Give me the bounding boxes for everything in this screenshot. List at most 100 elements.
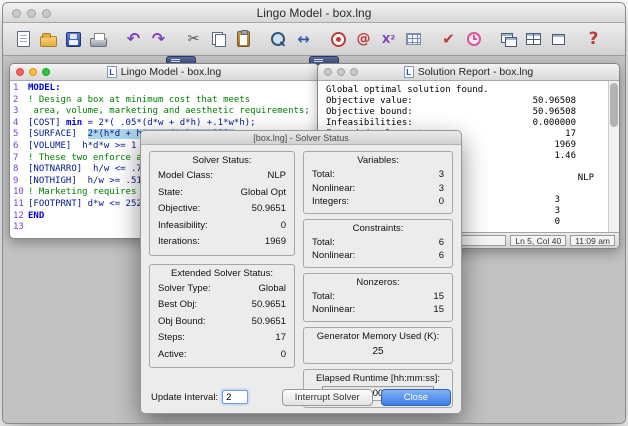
- cascade-windows-icon[interactable]: [496, 26, 521, 53]
- status-field: Integers:0: [310, 195, 446, 209]
- line-number: 5: [10, 129, 28, 141]
- screen: Lingo Model - box.lng ↶↷ ✂ ↔ @X² ✔? L Lingo …: [0, 0, 628, 426]
- check-syntax-icon[interactable]: ✔: [436, 26, 461, 53]
- zoom-button[interactable]: [42, 68, 50, 76]
- find-icon[interactable]: [266, 26, 291, 53]
- line-number: 9: [10, 176, 28, 188]
- close-windows-icon[interactable]: [546, 26, 571, 53]
- status-field: Obj Bound:50.9651: [156, 314, 288, 331]
- group-title: Constraints:: [310, 223, 446, 234]
- cut-icon[interactable]: ✂: [181, 26, 206, 53]
- app-window: Lingo Model - box.lng ↶↷ ✂ ↔ @X² ✔? L Lingo …: [2, 2, 626, 424]
- report-line: Infeasibilities:0.000000: [318, 118, 608, 129]
- model-window-titlebar[interactable]: L Lingo Model - box.lng: [10, 64, 318, 81]
- line-number: 2: [10, 95, 28, 107]
- zoom-button[interactable]: [350, 68, 358, 76]
- report-window-controls: [324, 68, 358, 76]
- paste-icon[interactable]: [231, 26, 256, 53]
- vertical-scrollbar[interactable]: [608, 81, 619, 232]
- status-field: Nonlinear:3: [310, 182, 446, 196]
- line-number: 11: [10, 199, 28, 211]
- undo-icon[interactable]: ↶: [121, 26, 146, 53]
- scrollbar-thumb[interactable]: [610, 83, 618, 127]
- close-button[interactable]: [12, 9, 21, 18]
- solution-icon[interactable]: @: [351, 26, 376, 53]
- redo-icon[interactable]: ↷: [146, 26, 171, 53]
- code-line: 2! Design a box at minimum cost that mee…: [10, 95, 318, 107]
- report-line: Global optimal solution found.: [318, 85, 608, 96]
- group-title: Nonzeros:: [310, 277, 446, 288]
- minimize-button[interactable]: [29, 68, 37, 76]
- cursor-position: Ln 5, Col 40: [510, 235, 566, 246]
- main-titlebar[interactable]: Lingo Model - box.lng: [3, 3, 625, 23]
- open-icon[interactable]: [36, 26, 61, 53]
- line-number: 10: [10, 187, 28, 199]
- code-line: 4[COST] min = 2*( .05*(d*w + d*h) +.1*w*…: [10, 118, 318, 130]
- status-field: Infeasibility:0: [156, 218, 288, 235]
- close-button[interactable]: [324, 68, 332, 76]
- update-interval-label: Update Interval:: [151, 392, 218, 403]
- status-field: Solver Type:Global: [156, 281, 288, 298]
- line-number: 12: [10, 211, 28, 223]
- close-button[interactable]: Close: [381, 389, 451, 406]
- line-number: 1: [10, 83, 28, 95]
- line-number: 8: [10, 164, 28, 176]
- interrupt-solver-button[interactable]: Interrupt Solver: [282, 389, 373, 406]
- status-field: Model Class:NLP: [156, 168, 288, 185]
- copy-icon[interactable]: [206, 26, 231, 53]
- group-title: Generator Memory Used (K):: [310, 331, 446, 342]
- dialog-footer: Update Interval: Interrupt Solver Close: [151, 388, 451, 406]
- report-line: Objective value:50.96508: [318, 96, 608, 107]
- status-field: Total:3: [310, 168, 446, 182]
- minimize-button[interactable]: [27, 9, 36, 18]
- main-toolbar: ↶↷ ✂ ↔ @X² ✔?: [3, 23, 625, 56]
- solver-status-dialog: [box.lng] - Solver Status Solver Status:…: [140, 130, 462, 414]
- solver-status-group: Solver Status: Model Class:NLPState:Glob…: [149, 151, 295, 256]
- print-icon[interactable]: [86, 26, 111, 53]
- line-number: 3: [10, 106, 28, 118]
- generator-memory-group: Generator Memory Used (K): 25: [303, 327, 453, 364]
- line-number: 7: [10, 153, 28, 165]
- model-window-title: Lingo Model - box.lng: [121, 66, 221, 78]
- status-field: Iterations:1969: [156, 234, 288, 251]
- lingo-document-icon: L: [107, 66, 117, 78]
- group-title: Solver Status:: [156, 155, 288, 166]
- solve-icon[interactable]: [326, 26, 351, 53]
- pause-clock-icon[interactable]: [461, 26, 486, 53]
- status-field: Active:0: [156, 347, 288, 364]
- dialog-titlebar[interactable]: [box.lng] - Solver Status: [141, 131, 461, 145]
- variables-group: Variables: Total:3Nonlinear:3Integers:0: [303, 151, 453, 214]
- line-number: 4: [10, 118, 28, 130]
- line-number: 13: [10, 222, 28, 234]
- report-window-titlebar[interactable]: L Solution Report - box.lng: [318, 64, 619, 81]
- matrix-picture-icon[interactable]: [401, 26, 426, 53]
- clock-display: 11:09 am: [570, 235, 615, 246]
- report-line: Objective bound:50.96508: [318, 107, 608, 118]
- status-field: Total:6: [310, 236, 446, 250]
- minimize-button[interactable]: [337, 68, 345, 76]
- status-field: Objective:50.9651: [156, 201, 288, 218]
- status-field: State:Global Opt: [156, 185, 288, 202]
- formula-icon[interactable]: X²: [376, 26, 401, 53]
- tile-windows-icon[interactable]: [521, 26, 546, 53]
- status-field: Nonlinear:6: [310, 249, 446, 263]
- goto-line-icon[interactable]: ↔: [291, 26, 316, 53]
- group-title: Elapsed Runtime [hh:mm:ss]:: [310, 373, 446, 384]
- code-line: 3 area, volume, marketing and aesthetic …: [10, 106, 318, 118]
- new-icon[interactable]: [11, 26, 36, 53]
- code-line: 1MODEL:: [10, 83, 318, 95]
- constraints-group: Constraints: Total:6Nonlinear:6: [303, 219, 453, 268]
- zoom-button[interactable]: [42, 9, 51, 18]
- report-window-title: Solution Report - box.lng: [418, 66, 534, 78]
- save-icon[interactable]: [61, 26, 86, 53]
- group-title: Extended Solver Status:: [156, 268, 288, 279]
- model-window-controls: [16, 68, 50, 76]
- main-window-controls: [12, 9, 51, 18]
- update-interval-input[interactable]: [222, 390, 248, 404]
- status-field: Nonlinear:15: [310, 303, 446, 317]
- report-document-icon: L: [404, 66, 414, 78]
- help-icon[interactable]: ?: [581, 26, 606, 53]
- status-field: Steps:17: [156, 330, 288, 347]
- close-button[interactable]: [16, 68, 24, 76]
- nonzeros-group: Nonzeros: Total:15Nonlinear:15: [303, 273, 453, 322]
